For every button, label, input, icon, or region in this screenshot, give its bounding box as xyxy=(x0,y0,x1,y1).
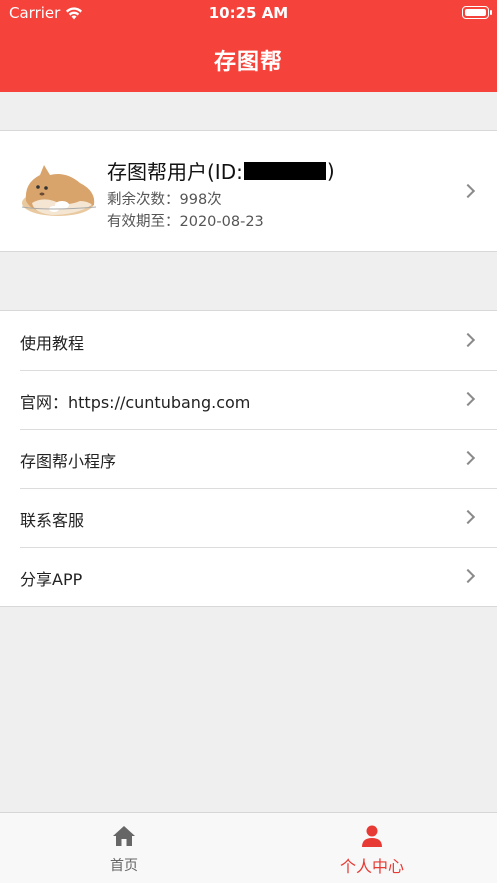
chevron-right-icon xyxy=(460,450,476,466)
chevron-right-icon xyxy=(460,568,476,584)
tab-profile-label: 个人中心 xyxy=(339,857,404,876)
status-bar: Carrier 10:25 AM xyxy=(0,0,497,26)
menu-item-label: 官网：https://cuntubang.com xyxy=(20,393,251,412)
menu-item-label: 联系客服 xyxy=(20,511,85,530)
top-bar: Carrier 10:25 AM 存图帮 xyxy=(0,0,497,92)
chevron-right-icon xyxy=(460,391,476,407)
menu-item-label: 使用教程 xyxy=(20,334,85,353)
redacted-id xyxy=(243,161,326,180)
remaining-count: 剩余次数：998次 xyxy=(107,192,222,208)
chevron-right-icon xyxy=(460,332,476,348)
menu-item-share-app[interactable]: 分享APP xyxy=(0,547,497,606)
profile-name: 存图帮用户(ID: ) xyxy=(107,156,335,185)
menu-item-mini-program[interactable]: 存图帮小程序 xyxy=(0,429,497,488)
menu-item-contact-support[interactable]: 联系客服 xyxy=(0,488,497,547)
menu-item-label: 分享APP xyxy=(20,570,83,589)
expiry-date: 有效期至：2020-08-23 xyxy=(107,214,264,230)
menu-item-label: 存图帮小程序 xyxy=(20,452,117,471)
chevron-right-icon xyxy=(460,183,476,199)
tab-home-label: 首页 xyxy=(110,858,138,874)
tab-home[interactable]: 首页 xyxy=(0,813,248,883)
page-title: 存图帮 xyxy=(213,50,283,75)
settings-menu: 使用教程 官网：https://cuntubang.com 存图帮小程序 联系客… xyxy=(0,310,497,607)
avatar xyxy=(21,165,97,216)
battery-icon xyxy=(462,6,492,19)
menu-item-tutorial[interactable]: 使用教程 xyxy=(0,311,497,370)
menu-item-website[interactable]: 官网：https://cuntubang.com xyxy=(0,370,497,429)
person-icon xyxy=(362,825,382,847)
status-time: 10:25 AM xyxy=(208,4,289,22)
profile-name-prefix: 存图帮用户(ID: xyxy=(107,160,243,184)
tab-profile[interactable]: 个人中心 xyxy=(248,813,496,883)
profile-card[interactable]: 存图帮用户(ID: ) 剩余次数：998次 有效期至：2020-08-23 xyxy=(0,130,497,252)
home-icon xyxy=(113,826,135,846)
chevron-right-icon xyxy=(460,509,476,525)
profile-name-suffix: ) xyxy=(326,158,335,183)
tab-bar: 首页 个人中心 xyxy=(0,812,497,883)
